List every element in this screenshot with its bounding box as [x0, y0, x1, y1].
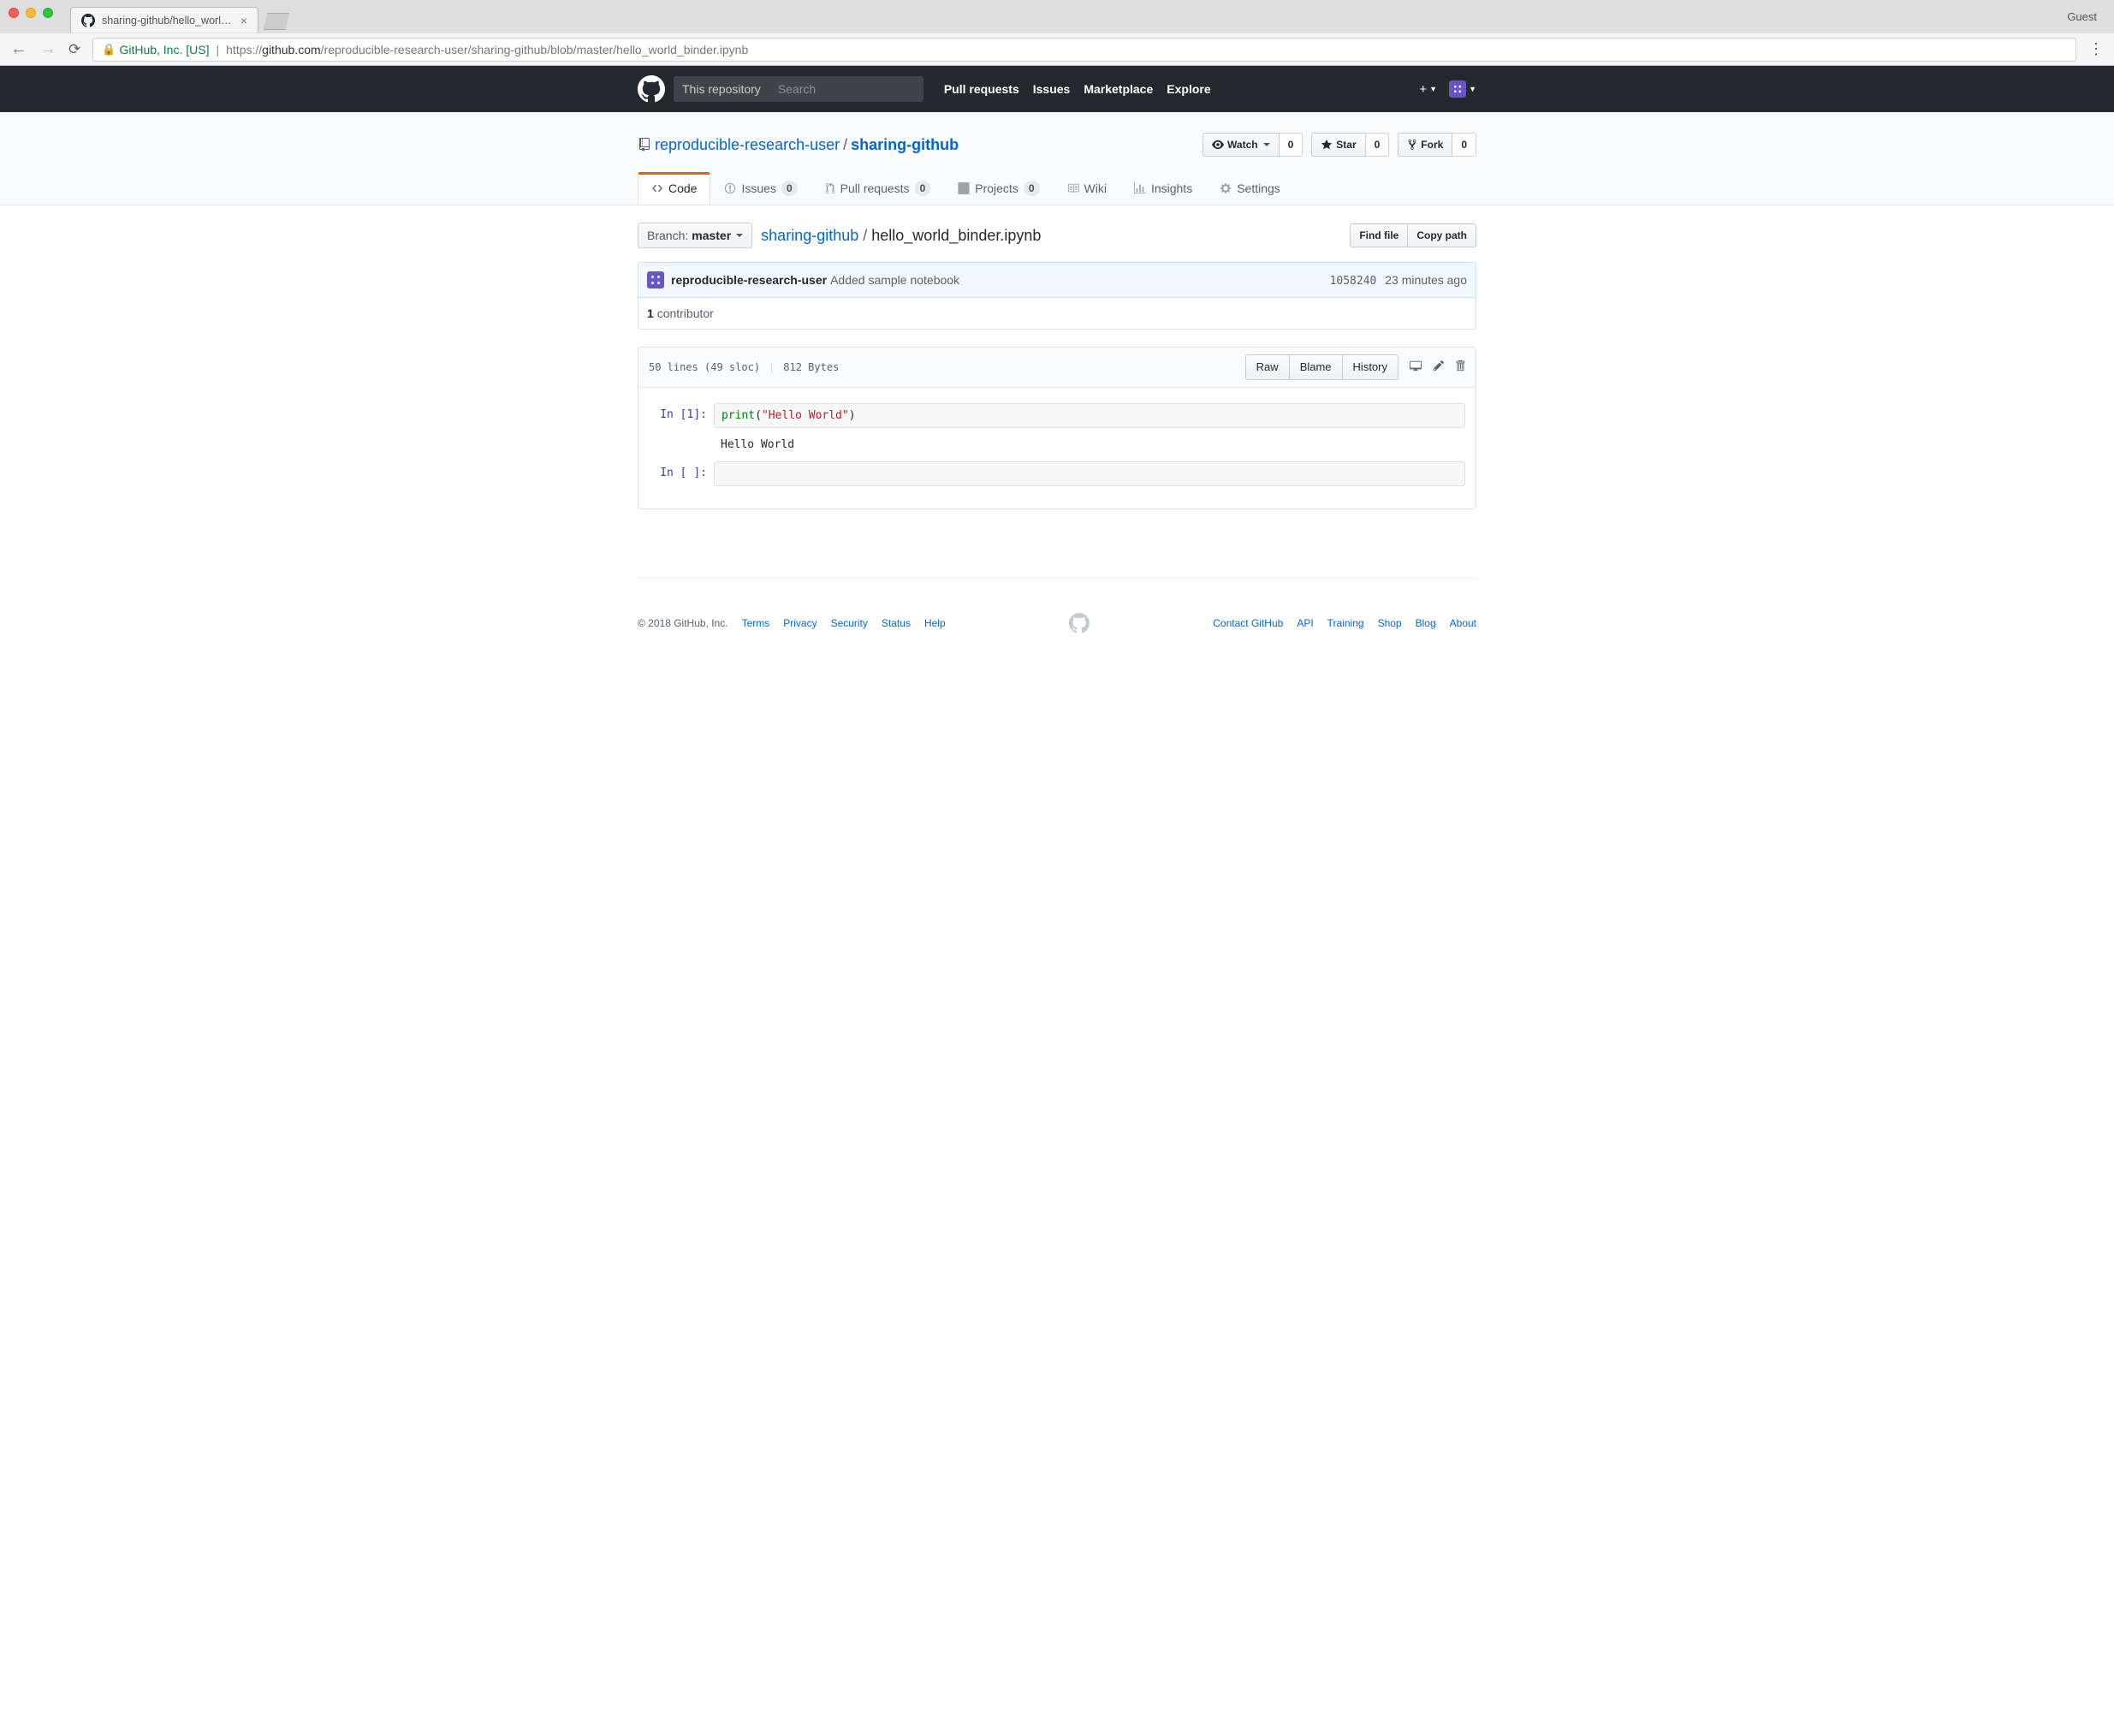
tab-insights[interactable]: Insights: [1120, 172, 1206, 205]
footer-contact[interactable]: Contact GitHub: [1213, 617, 1283, 629]
commit-message[interactable]: Added sample notebook: [830, 273, 959, 287]
footer-privacy[interactable]: Privacy: [783, 617, 817, 629]
contributors-bar: 1 contributor: [638, 298, 1476, 330]
file-size: 812 Bytes: [783, 361, 839, 373]
nb-empty-cell: [714, 461, 1465, 486]
desktop-icon[interactable]: [1409, 360, 1422, 375]
nav-marketplace[interactable]: Marketplace: [1084, 82, 1153, 96]
copy-path-button[interactable]: Copy path: [1407, 223, 1476, 247]
github-favicon: [81, 14, 95, 27]
nb-code-cell: print("Hello World"): [714, 403, 1465, 428]
footer: © 2018 GitHub, Inc. Terms Privacy Securi…: [638, 578, 1476, 668]
star-count[interactable]: 0: [1366, 133, 1390, 157]
nb-in-prompt: In [1]:: [649, 403, 714, 428]
tab-close-icon[interactable]: ×: [240, 14, 247, 27]
new-tab-button[interactable]: [264, 13, 289, 30]
footer-about[interactable]: About: [1450, 617, 1476, 629]
close-window-button[interactable]: [9, 8, 19, 18]
nb-in-prompt-empty: In [ ]:: [649, 461, 714, 486]
repo-icon: [638, 138, 651, 152]
footer-security[interactable]: Security: [831, 617, 868, 629]
watch-button[interactable]: Watch: [1202, 133, 1280, 157]
footer-blog[interactable]: Blog: [1416, 617, 1436, 629]
repo-owner-link[interactable]: reproducible-research-user: [655, 136, 840, 154]
user-menu[interactable]: ▼: [1449, 80, 1476, 98]
tab-settings[interactable]: Settings: [1206, 172, 1294, 205]
github-logo-icon[interactable]: [638, 75, 665, 103]
author-avatar-icon[interactable]: [647, 271, 664, 288]
star-button[interactable]: Star: [1311, 133, 1365, 157]
footer-api[interactable]: API: [1297, 617, 1313, 629]
breadcrumb-repo[interactable]: sharing-github: [761, 227, 858, 244]
breadcrumb: sharing-github / hello_world_binder.ipyn…: [761, 227, 1041, 245]
browser-chrome: sharing-github/hello_world_bin × Guest ←…: [0, 0, 2114, 66]
nav-pull-requests[interactable]: Pull requests: [944, 82, 1019, 96]
repo-head: reproducible-research-user / sharing-git…: [0, 112, 2114, 205]
nav-explore[interactable]: Explore: [1167, 82, 1210, 96]
forward-button[interactable]: →: [39, 39, 56, 59]
address-bar[interactable]: 🔒 GitHub, Inc. [US] | https://github.com…: [92, 38, 2076, 62]
nav-issues[interactable]: Issues: [1033, 82, 1071, 96]
footer-shop[interactable]: Shop: [1378, 617, 1402, 629]
maximize-window-button[interactable]: [43, 8, 53, 18]
find-file-button[interactable]: Find file: [1350, 223, 1407, 247]
file-header: 50 lines (49 sloc) | 812 Bytes Raw Blame…: [638, 348, 1476, 388]
search-input[interactable]: [769, 76, 923, 102]
footer-terms[interactable]: Terms: [742, 617, 770, 629]
raw-button[interactable]: Raw: [1245, 354, 1289, 380]
history-button[interactable]: History: [1342, 354, 1398, 380]
trash-icon[interactable]: [1455, 360, 1465, 375]
reload-button[interactable]: ⟳: [68, 41, 80, 58]
repo-name-link[interactable]: sharing-github: [851, 136, 959, 153]
fork-button[interactable]: Fork: [1398, 133, 1452, 157]
guest-label[interactable]: Guest: [2067, 10, 2097, 23]
browser-tab[interactable]: sharing-github/hello_world_bin ×: [70, 7, 258, 33]
breadcrumb-file: hello_world_binder.ipynb: [871, 227, 1041, 244]
footer-training[interactable]: Training: [1327, 617, 1364, 629]
tab-code[interactable]: Code: [638, 172, 710, 205]
commit-sha[interactable]: 1058240: [1330, 275, 1377, 288]
github-header: This repository Pull requests Issues Mar…: [0, 66, 2114, 112]
watch-count[interactable]: 0: [1280, 133, 1303, 157]
tab-wiki[interactable]: Wiki: [1054, 172, 1120, 205]
tab-issues[interactable]: Issues0: [710, 172, 811, 205]
github-mark-icon[interactable]: [1069, 613, 1090, 633]
fork-count[interactable]: 0: [1452, 133, 1476, 157]
edit-icon[interactable]: [1433, 360, 1445, 375]
nb-output: Hello World: [714, 433, 1465, 456]
lock-icon: 🔒: [102, 43, 116, 56]
footer-status[interactable]: Status: [882, 617, 911, 629]
create-new-menu[interactable]: +▼: [1419, 82, 1437, 97]
commit-time: 23 minutes ago: [1385, 273, 1467, 287]
footer-help[interactable]: Help: [924, 617, 946, 629]
site-identity: GitHub, Inc. [US]: [119, 43, 209, 56]
tab-projects[interactable]: Projects0: [944, 172, 1053, 205]
back-button[interactable]: ←: [10, 39, 27, 59]
window-controls: [9, 8, 53, 18]
browser-menu-icon[interactable]: ⋮: [2088, 40, 2104, 58]
minimize-window-button[interactable]: [26, 8, 36, 18]
branch-select[interactable]: Branch: master: [638, 223, 752, 248]
file-lines: 50 lines (49 sloc): [649, 361, 760, 373]
blame-button[interactable]: Blame: [1289, 354, 1342, 380]
footer-copyright: © 2018 GitHub, Inc.: [638, 617, 728, 629]
tab-pull-requests[interactable]: Pull requests0: [811, 172, 945, 205]
search-scope-label[interactable]: This repository: [674, 76, 769, 102]
notebook-render: In [1]: print("Hello World") Hello World…: [638, 388, 1476, 508]
commit-author[interactable]: reproducible-research-user: [671, 273, 827, 287]
tab-title: sharing-github/hello_world_bin: [102, 15, 234, 27]
commit-tease: reproducible-research-user Added sample …: [638, 262, 1476, 298]
avatar-icon: [1449, 80, 1466, 98]
